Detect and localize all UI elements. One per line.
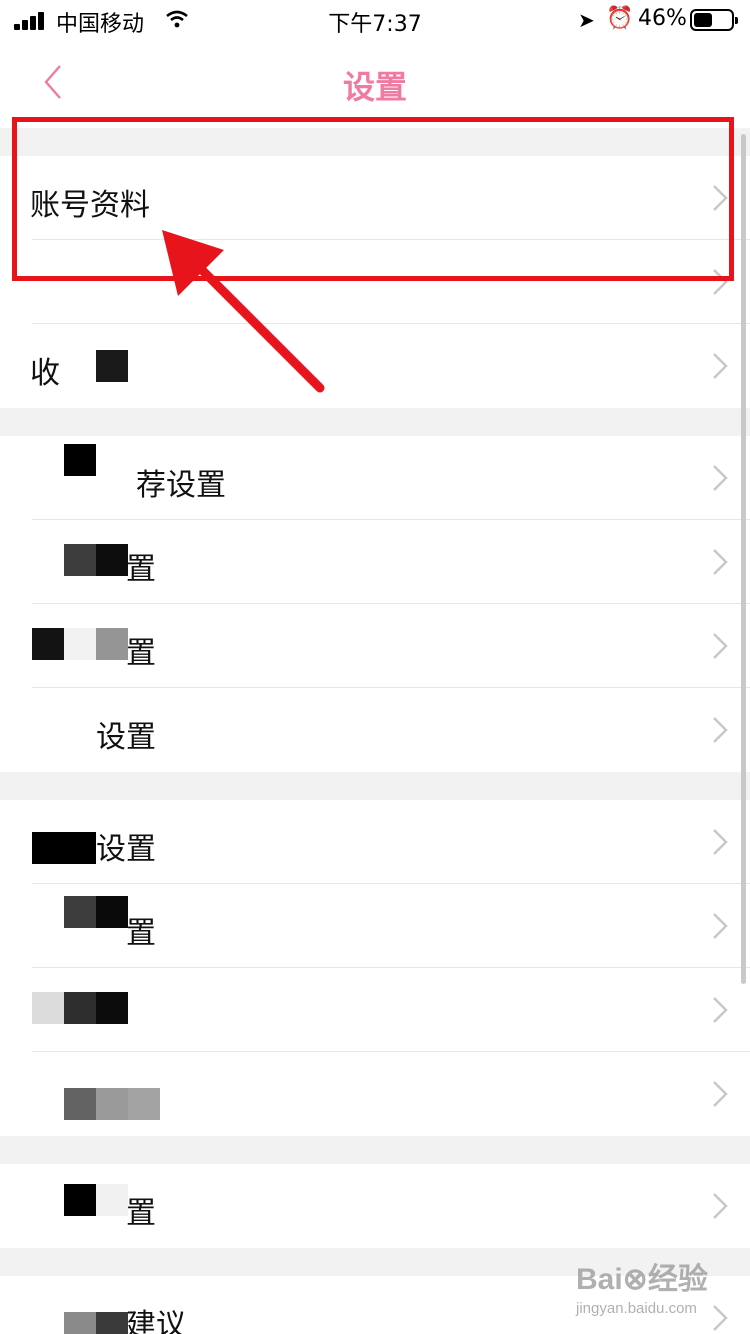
status-bar: 中国移动 下午7:37 ➤ ⏰ 46% bbox=[0, 0, 750, 40]
redaction-mask bbox=[128, 1088, 160, 1120]
chevron-right-icon bbox=[713, 465, 728, 491]
settings-row[interactable]: 设置 bbox=[0, 688, 750, 772]
settings-row[interactable]: 设置 bbox=[0, 800, 750, 884]
battery-icon bbox=[690, 9, 738, 31]
row-label: 荐设置 bbox=[136, 468, 226, 503]
page-title: 设置 bbox=[342, 68, 407, 106]
chevron-right-icon bbox=[713, 913, 728, 939]
settings-row[interactable]: 收 bbox=[0, 324, 750, 408]
row-label: 置 bbox=[126, 916, 156, 951]
row-label: 设置 bbox=[96, 832, 156, 867]
nav-bar: 设置 bbox=[0, 40, 750, 128]
redaction-mask bbox=[96, 1184, 128, 1216]
redaction-mask bbox=[64, 896, 96, 928]
location-icon: ➤ bbox=[578, 8, 595, 32]
red-arrow-annotation bbox=[162, 230, 325, 393]
redaction-mask bbox=[96, 1088, 128, 1120]
redaction-mask bbox=[32, 832, 96, 864]
redaction-mask bbox=[96, 896, 128, 928]
redaction-mask bbox=[96, 992, 128, 1024]
alarm-icon: ⏰ bbox=[606, 6, 634, 31]
chevron-right-icon bbox=[713, 353, 728, 379]
row-label: 收 bbox=[30, 356, 60, 391]
section-gap bbox=[0, 1136, 750, 1164]
settings-row[interactable]: 置 bbox=[0, 604, 750, 688]
chevron-right-icon bbox=[713, 549, 728, 575]
redaction-mask bbox=[64, 1184, 96, 1216]
settings-row[interactable]: 荐设置 bbox=[0, 436, 750, 520]
redaction-mask bbox=[32, 992, 64, 1024]
settings-row[interactable]: 置 bbox=[0, 520, 750, 604]
redaction-mask bbox=[64, 544, 96, 576]
scrollbar[interactable] bbox=[741, 134, 746, 984]
section-gap bbox=[0, 772, 750, 800]
redaction-mask bbox=[64, 1312, 96, 1334]
chevron-right-icon bbox=[713, 1193, 728, 1219]
row-label: 置 bbox=[126, 1196, 156, 1231]
redaction-mask bbox=[64, 628, 96, 660]
redaction-mask bbox=[32, 628, 64, 660]
row-label: 置 bbox=[126, 552, 156, 587]
battery-percent: 46% bbox=[638, 6, 687, 31]
chevron-right-icon bbox=[713, 633, 728, 659]
redaction-mask bbox=[64, 992, 96, 1024]
settings-list: 账号资料 收 荐设置 置 置 设置 设置 置 置 建议 bbox=[0, 128, 750, 1334]
settings-row[interactable] bbox=[0, 1052, 750, 1136]
row-label: 建议 bbox=[126, 1308, 186, 1334]
chevron-right-icon bbox=[713, 717, 728, 743]
watermark-main: Bai⊗经验 bbox=[576, 1263, 708, 1296]
watermark-sub: jingyan.baidu.com bbox=[576, 1300, 697, 1317]
row-label: 设置 bbox=[96, 720, 156, 755]
row-label: 置 bbox=[126, 636, 156, 671]
chevron-right-icon bbox=[713, 997, 728, 1023]
redaction-mask bbox=[64, 444, 96, 476]
highlight-box bbox=[12, 117, 734, 281]
redaction-mask bbox=[96, 350, 128, 382]
settings-row[interactable]: 置 bbox=[0, 884, 750, 968]
chevron-right-icon bbox=[713, 829, 728, 855]
redaction-mask bbox=[64, 1088, 96, 1120]
settings-row[interactable]: 置 bbox=[0, 1164, 750, 1248]
settings-row[interactable] bbox=[0, 968, 750, 1052]
redaction-mask bbox=[96, 628, 128, 660]
redaction-mask bbox=[96, 1312, 128, 1334]
baidu-jingyan-watermark: Bai⊗经验 jingyan.baidu.com bbox=[576, 1254, 726, 1324]
chevron-right-icon bbox=[713, 1081, 728, 1107]
section-gap bbox=[0, 408, 750, 436]
redaction-mask bbox=[96, 544, 128, 576]
